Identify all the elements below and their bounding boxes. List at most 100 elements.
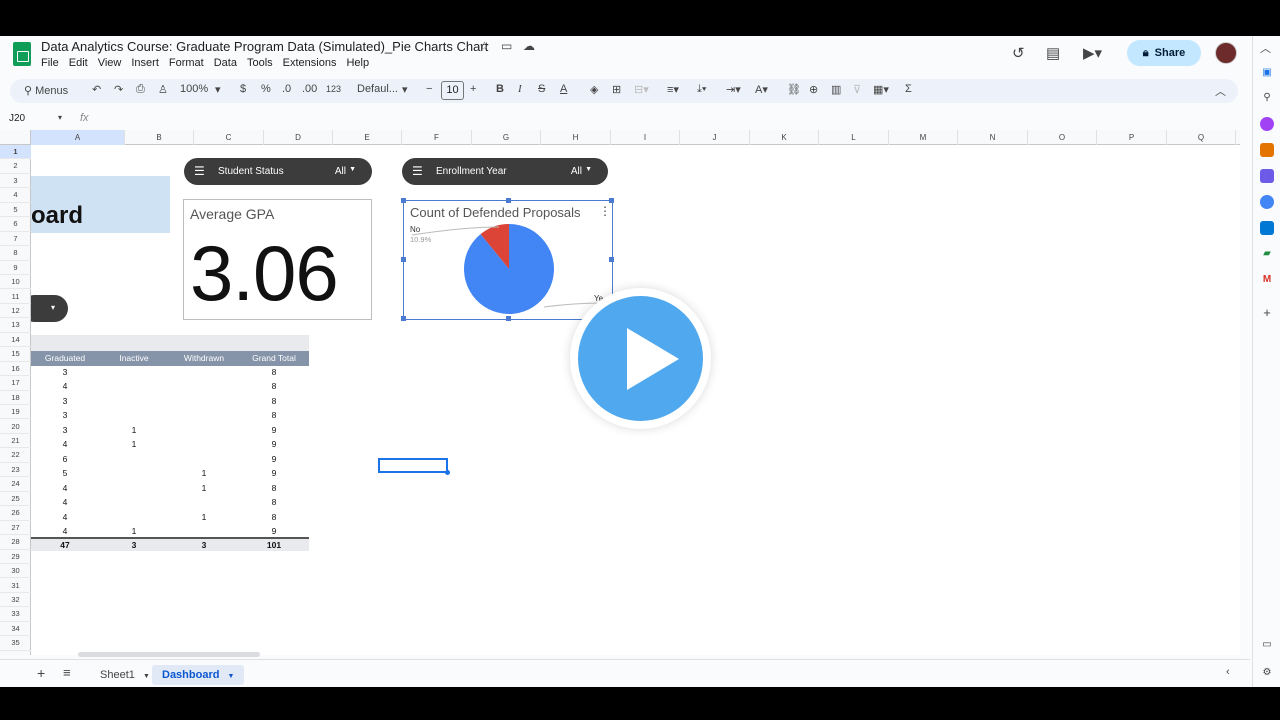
cloud-status-icon[interactable]: ☁ <box>523 39 535 53</box>
row-header[interactable]: 13 <box>0 318 31 333</box>
row-header[interactable]: 17 <box>0 376 31 391</box>
resize-handle[interactable] <box>506 198 511 203</box>
menu-format[interactable]: Format <box>169 57 204 69</box>
column-header-e[interactable]: E <box>333 130 402 145</box>
add-sheet-icon[interactable]: + <box>37 665 45 681</box>
font-size-increase-icon[interactable]: + <box>470 83 476 95</box>
filter-enrollment-year[interactable]: ☰ Enrollment Year All ▼ <box>402 158 608 185</box>
italic-button[interactable]: I <box>518 83 522 95</box>
percent-button[interactable]: % <box>261 83 271 95</box>
menu-insert[interactable]: Insert <box>131 57 159 69</box>
video-play-button[interactable] <box>570 288 711 429</box>
comments-icon[interactable]: ▤ <box>1046 44 1060 62</box>
filter-views-icon[interactable]: ▦▾ <box>873 83 889 96</box>
gemini-icon[interactable] <box>1260 117 1274 131</box>
column-header-j[interactable]: J <box>680 130 750 145</box>
calendar-icon[interactable]: ▣ <box>1260 66 1274 80</box>
undo-icon[interactable]: ↶ <box>92 83 101 96</box>
sheets-logo-icon[interactable] <box>13 42 31 66</box>
row-header[interactable]: 4 <box>0 188 31 203</box>
gpa-scorecard[interactable]: Average GPA 3.06 <box>183 199 372 320</box>
row-header[interactable]: 2 <box>0 159 31 174</box>
currency-button[interactable]: $ <box>240 83 246 95</box>
borders-icon[interactable]: ⊞ <box>612 83 621 96</box>
outlook-icon[interactable] <box>1260 221 1274 235</box>
row-header[interactable]: 33 <box>0 607 31 622</box>
collapse-toolbar-icon[interactable]: ︿ <box>1215 83 1226 99</box>
menu-edit[interactable]: Edit <box>69 57 88 69</box>
insert-comment-icon[interactable]: ⊕ <box>809 83 818 96</box>
keep-icon[interactable]: ▰ <box>1260 247 1274 261</box>
row-header[interactable]: 18 <box>0 391 31 406</box>
column-header-l[interactable]: L <box>819 130 889 145</box>
merge-cells-icon[interactable]: ⊟▾ <box>634 83 649 96</box>
filter-student-status[interactable]: ☰ Student Status All ▼ <box>184 158 372 185</box>
row-header[interactable]: 5 <box>0 203 31 218</box>
column-header-g[interactable]: G <box>472 130 541 145</box>
resize-handle[interactable] <box>401 316 406 321</box>
row-header[interactable]: 11 <box>0 290 31 304</box>
select-all-corner[interactable] <box>0 130 31 145</box>
row-header[interactable]: 3 <box>0 174 31 189</box>
row-header[interactable]: 14 <box>0 333 31 348</box>
text-wrap-icon[interactable]: ⇥▾ <box>726 83 741 96</box>
tasks-icon[interactable] <box>1260 143 1274 157</box>
contacts-icon[interactable] <box>1260 169 1274 183</box>
row-header[interactable]: 23 <box>0 463 31 478</box>
row-header[interactable]: 29 <box>0 550 31 564</box>
filter-icon[interactable]: ⊽ <box>853 83 861 96</box>
column-header-k[interactable]: K <box>750 130 819 145</box>
filter-chip-partial[interactable]: ▾ <box>31 295 68 322</box>
add-addon-icon[interactable]: + <box>1260 306 1274 320</box>
print-icon[interactable]: ⎙ <box>136 83 145 96</box>
row-header[interactable]: 9 <box>0 261 31 275</box>
name-box[interactable]: J20 <box>9 113 25 124</box>
insert-chart-icon[interactable]: ▥ <box>831 83 841 96</box>
font-chevron-icon[interactable]: ▾ <box>402 83 408 96</box>
row-header[interactable]: 10 <box>0 275 31 290</box>
row-header[interactable]: 35 <box>0 636 31 651</box>
column-header-c[interactable]: C <box>194 130 264 145</box>
tab-sheet1[interactable]: Sheet1 ▼ <box>90 665 160 685</box>
all-sheets-icon[interactable]: ≡ <box>63 665 71 680</box>
star-icon[interactable]: ☆ <box>479 39 490 53</box>
maps-icon[interactable] <box>1260 195 1274 209</box>
resize-handle[interactable] <box>401 198 406 203</box>
row-header[interactable]: 22 <box>0 448 31 463</box>
resize-handle[interactable] <box>506 316 511 321</box>
row-header[interactable]: 32 <box>0 593 31 608</box>
number-format-button[interactable]: 123 <box>326 84 341 94</box>
row-header[interactable]: 7 <box>0 232 31 247</box>
strikethrough-icon[interactable]: S <box>538 83 545 95</box>
font-size-decrease-icon[interactable]: − <box>426 83 432 95</box>
version-history-icon[interactable]: ↺ <box>1012 44 1025 62</box>
show-panel-icon[interactable]: ▭ <box>1260 638 1274 652</box>
menus-search[interactable]: ⚲ Menus <box>10 79 80 103</box>
document-title[interactable]: Data Analytics Course: Graduate Program … <box>41 39 488 54</box>
fill-color-icon[interactable]: ◈ <box>590 83 598 96</box>
name-box-chevron-icon[interactable]: ▾ <box>58 113 62 122</box>
increase-decimal-button[interactable]: .00 <box>302 83 317 95</box>
menu-extensions[interactable]: Extensions <box>283 57 337 69</box>
horizontal-scrollbar[interactable] <box>78 652 260 657</box>
row-header[interactable]: 30 <box>0 564 31 579</box>
row-header[interactable]: 24 <box>0 477 31 492</box>
tab-dashboard[interactable]: Dashboard ▼ <box>152 665 245 685</box>
row-header[interactable]: 27 <box>0 521 31 536</box>
column-header-b[interactable]: B <box>125 130 194 145</box>
resize-handle[interactable] <box>401 257 406 262</box>
column-header-f[interactable]: F <box>402 130 472 145</box>
share-button[interactable]: 🔒︎ Share <box>1127 40 1201 66</box>
search-icon[interactable]: ⚲ <box>1260 91 1274 105</box>
row-header[interactable]: 16 <box>0 362 31 377</box>
move-folder-icon[interactable]: ▭ <box>501 39 512 53</box>
align-icon[interactable]: ≡▾ <box>667 83 679 96</box>
menu-help[interactable]: Help <box>346 57 369 69</box>
row-header[interactable]: 6 <box>0 217 31 232</box>
row-header[interactable]: 12 <box>0 304 31 319</box>
row-header[interactable]: 34 <box>0 622 31 637</box>
paint-format-icon[interactable]: ♙ <box>158 83 168 96</box>
font-size-input[interactable]: 10 <box>441 81 464 100</box>
column-header-a[interactable]: A <box>31 130 125 145</box>
collapse-panel-icon[interactable]: ‹ <box>1226 666 1230 678</box>
